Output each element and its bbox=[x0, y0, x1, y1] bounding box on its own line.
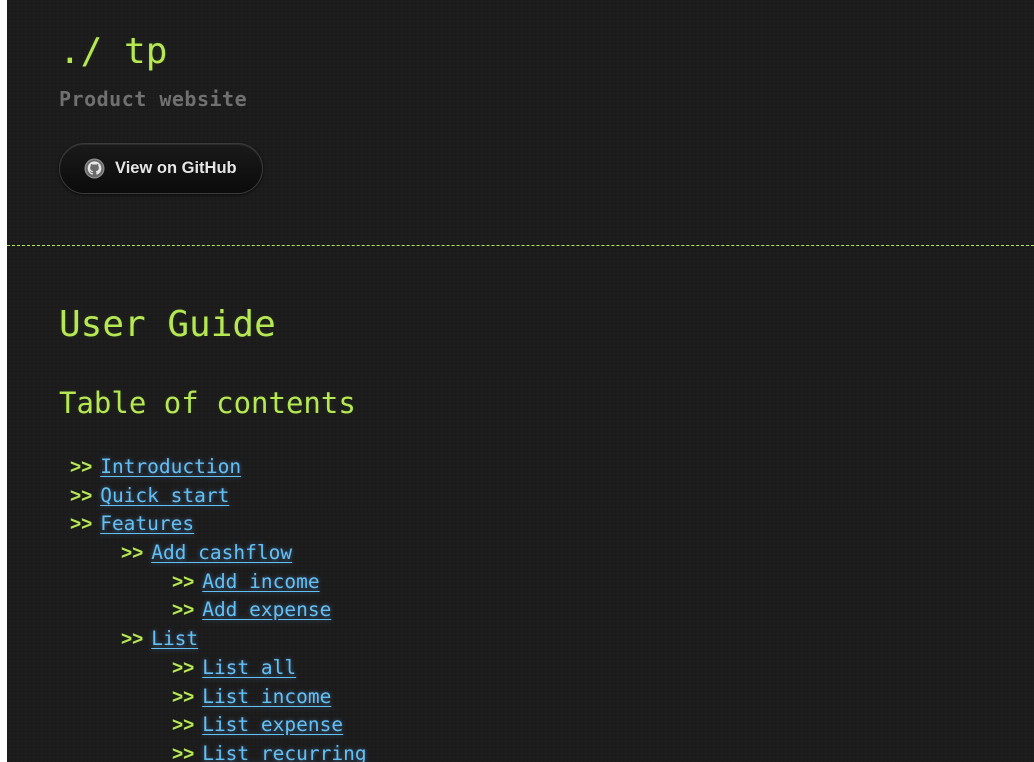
toc-link-quick-start[interactable]: Quick start bbox=[100, 484, 229, 507]
toc-bullet: >> bbox=[172, 657, 195, 679]
toc-link-list-expense[interactable]: List expense bbox=[202, 713, 343, 736]
toc-bullet: >> bbox=[172, 686, 195, 708]
toc-link-add-income[interactable]: Add income bbox=[202, 570, 319, 593]
toc-bullet: >> bbox=[70, 457, 93, 478]
view-on-github-button[interactable]: View on GitHub bbox=[59, 143, 263, 194]
toc-item-features: >> Features bbox=[70, 510, 367, 539]
toc-bullet: >> bbox=[121, 629, 144, 651]
toc-link-list[interactable]: List bbox=[151, 627, 198, 650]
toc-link-add-expense[interactable]: Add expense bbox=[202, 598, 331, 621]
github-button-label: View on GitHub bbox=[115, 159, 237, 177]
toc-bullet: >> bbox=[70, 485, 93, 507]
toc-item-add-cashflow: >> Add cashflow bbox=[70, 539, 367, 568]
toc-item-introduction: >> Introduction bbox=[70, 453, 367, 482]
toc-heading: Table of contents bbox=[59, 386, 356, 420]
toc-item-add-expense: >> Add expense bbox=[70, 596, 367, 625]
toc-bullet: >> bbox=[70, 514, 93, 536]
toc-bullet: >> bbox=[172, 743, 195, 762]
toc-link-introduction[interactable]: Introduction bbox=[100, 455, 241, 478]
toc-link-list-recurring[interactable]: List recurring bbox=[202, 742, 366, 762]
toc-item-list-expense: >> List expense bbox=[70, 711, 367, 740]
toc-link-list-income[interactable]: List income bbox=[202, 685, 331, 708]
toc-link-list-all[interactable]: List all bbox=[202, 656, 296, 679]
toc-bullet: >> bbox=[172, 571, 195, 593]
page: ./ tp Product website View on GitHub Use… bbox=[7, 0, 1034, 762]
toc-item-list: >> List bbox=[70, 625, 367, 654]
toc-item-list-income: >> List income bbox=[70, 683, 367, 712]
toc-bullet: >> bbox=[172, 600, 195, 622]
toc-item-quick-start: >> Quick start bbox=[70, 482, 367, 511]
toc-item-list-all: >> List all bbox=[70, 654, 367, 683]
site-title[interactable]: ./ tp bbox=[59, 30, 167, 74]
site-header: ./ tp Product website View on GitHub bbox=[7, 0, 1034, 246]
site-subtitle: Product website bbox=[59, 87, 248, 111]
toc-item-add-income: >> Add income bbox=[70, 568, 367, 597]
toc-item-list-recurring: >> List recurring bbox=[70, 740, 367, 762]
toc-bullet: >> bbox=[172, 715, 195, 737]
github-icon bbox=[84, 158, 105, 179]
toc-link-features[interactable]: Features bbox=[100, 512, 194, 535]
page-title: User Guide bbox=[59, 304, 276, 345]
table-of-contents: >> Introduction >> Quick start >> Features … bbox=[70, 453, 367, 762]
toc-bullet: >> bbox=[121, 543, 144, 565]
toc-link-add-cashflow[interactable]: Add cashflow bbox=[151, 541, 292, 564]
